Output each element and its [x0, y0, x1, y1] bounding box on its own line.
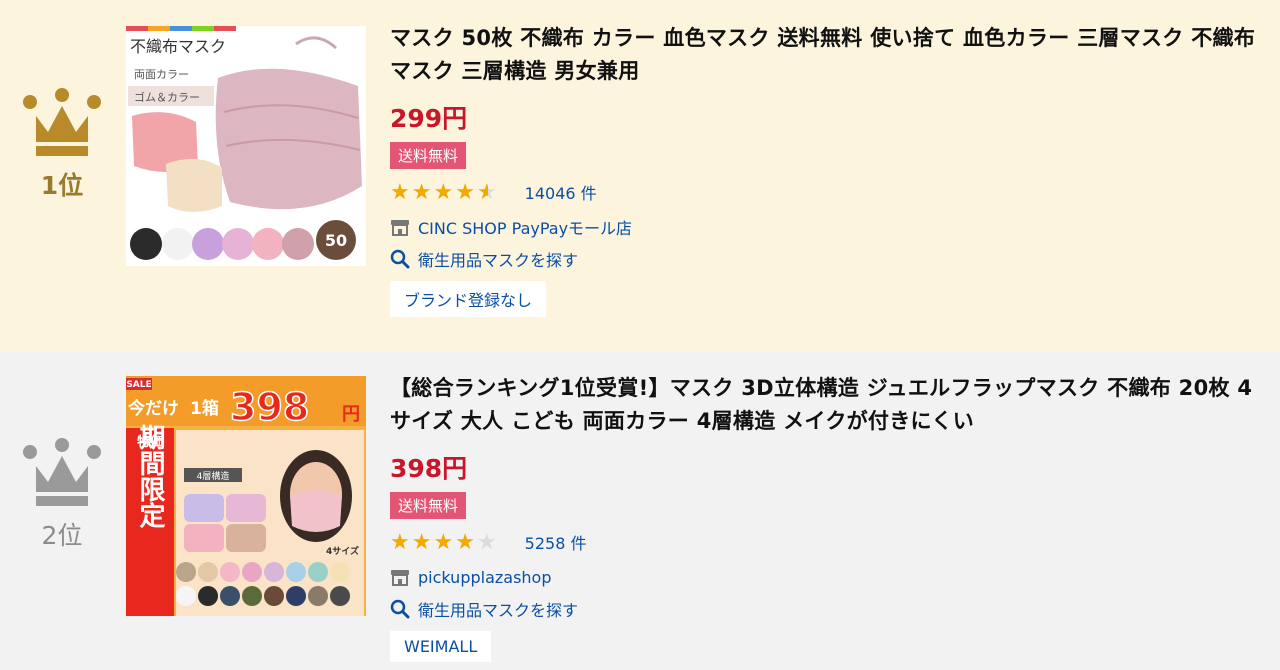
product-image[interactable]: SALE 今だけ 1箱 398 円 特価 期間限定 4層構造 4サイズ [126, 376, 366, 616]
product-image[interactable]: 不織布マスク 両面カラー ゴム＆カラー 50 [126, 26, 366, 266]
rating-stars: ★★★★★ [390, 180, 499, 205]
category-search-link[interactable]: 衛生用品マスクを探す [390, 247, 1270, 271]
rank-1: 1位 [20, 88, 104, 202]
rating: ★★★★★ 14046 件 [390, 179, 1270, 205]
rank-label: 2位 [41, 521, 83, 550]
shop-link[interactable]: pickupplazashop [390, 565, 1270, 589]
product-price: 398円 [390, 454, 468, 483]
search-link-text: 衛生用品マスクを探す [418, 601, 579, 620]
review-count-link[interactable]: 14046 件 [525, 180, 597, 204]
gold-crown-icon [23, 88, 101, 156]
product-title[interactable]: 【総合ランキング1位受賞!】マスク 3D立体構造 ジュエルフラップマスク 不織布… [390, 372, 1270, 438]
product-info: 【総合ランキング1位受賞!】マスク 3D立体構造 ジュエルフラップマスク 不織布… [390, 372, 1270, 662]
image-caption: 期間限定 [135, 424, 165, 529]
image-caption: 両面カラー [134, 68, 189, 81]
review-count-link[interactable]: 5258 件 [525, 530, 587, 554]
ranking-item-1[interactable]: 1位 不織布マスク 両面カラー ゴム＆カラー 50 マスク 50枚 不織布 カラ… [0, 0, 1280, 352]
image-caption: 円 [342, 404, 360, 425]
half-star-icon: ★ [476, 179, 499, 205]
image-caption: 1箱 [190, 398, 219, 419]
brand-link[interactable]: WEIMALL [390, 631, 492, 662]
rating: ★★★★★ 5258 件 [390, 529, 1270, 555]
star-icon: ★ [390, 179, 412, 205]
image-caption: 今だけ [128, 398, 179, 419]
rating-stars: ★★★★★ [390, 530, 499, 555]
image-caption: 不織布マスク [130, 37, 226, 56]
star-icon: ★ [411, 529, 434, 555]
star-icon: ★ [455, 529, 477, 555]
shop-name: CINC SHOP PayPayモール店 [418, 219, 633, 238]
star-icon: ★ [411, 179, 434, 205]
mask-product-photo: SALE 今だけ 1箱 398 円 特価 期間限定 4層構造 4サイズ [126, 376, 366, 616]
brand-link[interactable]: ブランド登録なし [390, 281, 547, 317]
product-price: 299円 [390, 104, 468, 133]
search-link-text: 衛生用品マスクを探す [418, 251, 579, 270]
search-icon [390, 249, 412, 269]
count-badge: 50 [325, 231, 347, 250]
free-shipping-badge: 送料無料 [390, 142, 467, 169]
empty-star-icon: ★ [476, 529, 499, 555]
sale-tag: SALE [126, 380, 151, 390]
store-icon [390, 218, 412, 236]
image-price: 398 [230, 385, 309, 429]
search-icon [390, 599, 412, 619]
rank-label: 1位 [40, 171, 84, 200]
image-caption: ゴム＆カラー [134, 90, 200, 104]
mask-product-photo: 不織布マスク 両面カラー ゴム＆カラー 50 [126, 26, 366, 266]
star-icon: ★ [455, 179, 477, 205]
rank-2: 2位 [20, 438, 104, 552]
store-icon [390, 568, 412, 586]
ranking-item-2[interactable]: 2位 SALE 今だけ 1箱 398 円 特価 期間限定 4層構造 4サイズ 【… [0, 352, 1280, 670]
star-icon: ★ [433, 529, 456, 555]
shop-name: pickupplazashop [418, 567, 552, 587]
product-title[interactable]: マスク 50枚 不織布 カラー 血色マスク 送料無料 使い捨て 血色カラー 三層… [390, 22, 1270, 88]
star-icon: ★ [390, 529, 412, 555]
star-icon: ★ [433, 179, 456, 205]
free-shipping-badge: 送料無料 [390, 492, 467, 519]
shop-link[interactable]: CINC SHOP PayPayモール店 [390, 215, 1270, 239]
image-caption: 4層構造 [197, 470, 230, 482]
category-search-link[interactable]: 衛生用品マスクを探す [390, 597, 1270, 621]
image-caption: 4サイズ [326, 545, 359, 557]
silver-crown-icon [23, 438, 101, 506]
product-info: マスク 50枚 不織布 カラー 血色マスク 送料無料 使い捨て 血色カラー 三層… [390, 22, 1270, 317]
